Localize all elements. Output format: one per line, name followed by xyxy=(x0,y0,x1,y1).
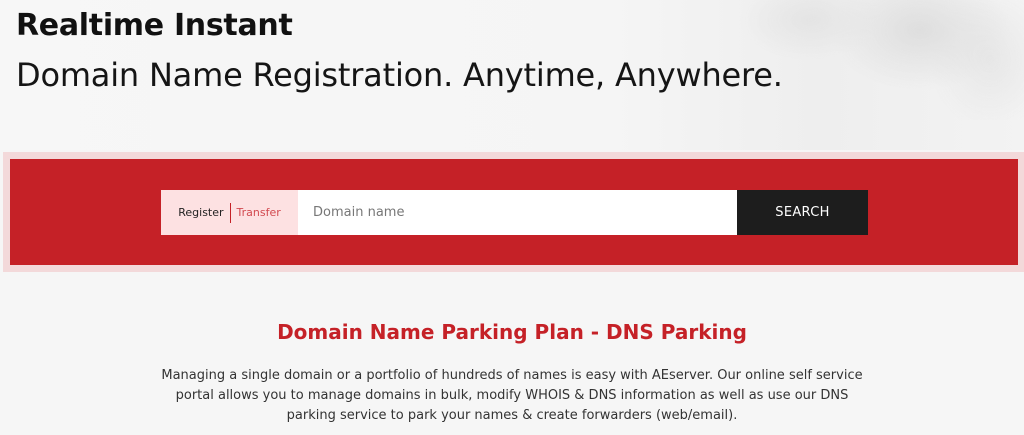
search-button[interactable]: SEARCH xyxy=(737,190,868,235)
domain-name-input[interactable] xyxy=(298,190,737,235)
register-tab[interactable]: Register xyxy=(178,206,229,219)
transfer-tab[interactable]: Transfer xyxy=(231,206,281,219)
hero-title: Realtime Instant xyxy=(16,8,293,43)
section-heading: Domain Name Parking Plan - DNS Parking xyxy=(277,320,747,344)
search-mode-toggle: Register Transfer xyxy=(161,190,298,235)
domain-search-form: Register Transfer SEARCH xyxy=(161,190,868,235)
section-description: Managing a single domain or a portfolio … xyxy=(161,368,863,423)
hero-subtitle: Domain Name Registration. Anytime, Anywh… xyxy=(16,56,783,94)
